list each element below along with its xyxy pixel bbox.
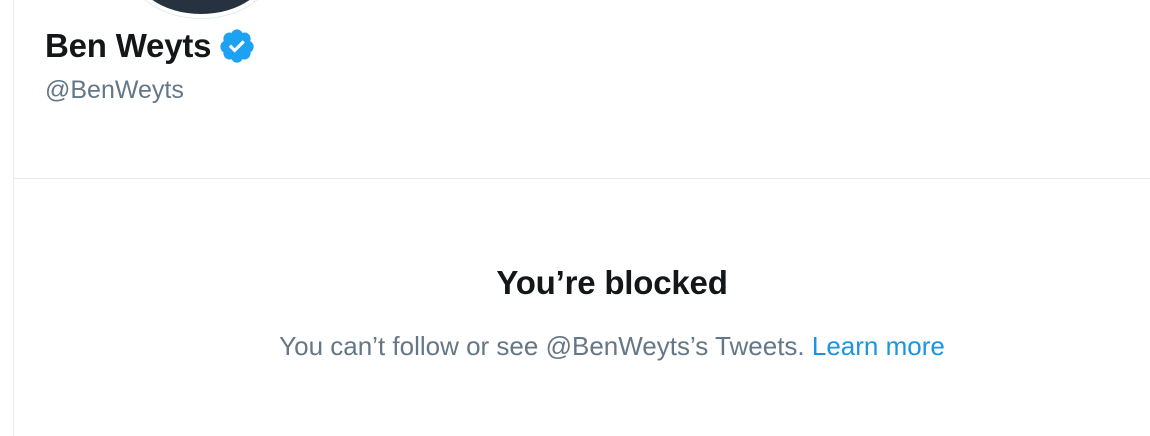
avatar[interactable]: [127, 0, 275, 18]
verified-badge-icon: [218, 27, 256, 65]
divider: [14, 178, 1150, 179]
profile-column: Ben Weyts @BenWeyts You’re blocked You c…: [13, 0, 1150, 436]
blocked-title: You’re blocked: [496, 264, 728, 301]
blocked-message-text: You can’t follow or see @BenWeyts’s Twee…: [279, 331, 805, 361]
profile-name-row: Ben Weyts: [45, 26, 256, 66]
learn-more-link[interactable]: Learn more: [812, 331, 945, 361]
blocked-message: You can’t follow or see @BenWeyts’s Twee…: [14, 329, 1150, 363]
profile-handle: @BenWeyts: [45, 76, 184, 104]
display-name: Ben Weyts: [45, 27, 212, 64]
